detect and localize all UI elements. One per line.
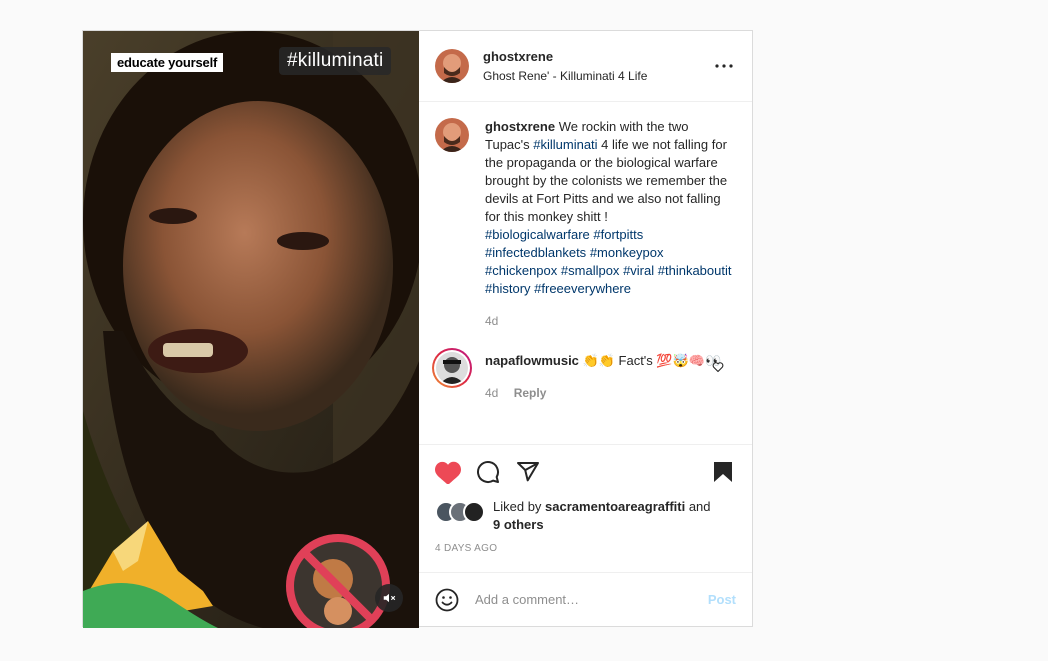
- hashtag[interactable]: #biologicalwarfare: [485, 227, 590, 242]
- caption-text: ghostxrene We rockin with the two Tupac'…: [485, 118, 735, 298]
- liker-avatars[interactable]: [435, 501, 487, 523]
- caption-time[interactable]: 4d: [485, 312, 735, 330]
- caption: ghostxrene We rockin with the two Tupac'…: [435, 118, 736, 330]
- hashtag[interactable]: #viral: [623, 263, 654, 278]
- hashtag[interactable]: #thinkaboutit: [658, 263, 732, 278]
- educate-yourself-sticker: educate yourself: [111, 53, 224, 72]
- liked-by-prefix: Liked by: [493, 499, 546, 514]
- hashtag[interactable]: #monkeypox: [590, 245, 664, 260]
- hashtag[interactable]: #history: [485, 281, 531, 296]
- save-button[interactable]: [710, 459, 736, 485]
- caption-author-avatar[interactable]: [435, 118, 469, 152]
- author-location[interactable]: Ghost Rene' - Killuminati 4 Life: [483, 69, 647, 83]
- liked-by-username[interactable]: sacramentoareagraffiti: [545, 499, 685, 514]
- killuminati-sticker: #killuminati: [279, 47, 392, 75]
- author-username[interactable]: ghostxrene: [483, 49, 647, 64]
- heart-filled-icon: [435, 461, 461, 484]
- more-horizontal-icon: [715, 64, 733, 68]
- post-header: ghostxrene Ghost Rene' - Killuminati 4 L…: [419, 31, 752, 102]
- comment-text: 👏👏 Fact's 💯🤯🧠👀: [578, 353, 722, 368]
- commenter-username[interactable]: napaflowmusic: [485, 353, 579, 368]
- hashtag[interactable]: #chickenpox: [485, 263, 557, 278]
- liker-avatar: [463, 501, 485, 523]
- comment-button[interactable]: [475, 459, 501, 485]
- post-date[interactable]: 4 DAYS AGO: [435, 543, 736, 554]
- hashtag[interactable]: #freeeverywhere: [534, 281, 631, 296]
- mute-button[interactable]: [375, 584, 403, 612]
- more-options-button[interactable]: [714, 58, 734, 74]
- likes-summary: Liked by sacramentoareagraffiti and 9 oth…: [435, 498, 736, 534]
- reply-button[interactable]: Reply: [514, 386, 547, 400]
- comment-bubble-icon: [477, 461, 499, 483]
- video-frame: [83, 31, 419, 628]
- post-side-panel: ghostxrene Ghost Rene' - Killuminati 4 L…: [419, 31, 752, 626]
- hashtag-list: #biologicalwarfare #fortpitts #infectedb…: [485, 226, 735, 298]
- hashtag[interactable]: #smallpox: [561, 263, 620, 278]
- commenter-avatar: [436, 352, 468, 384]
- commenter-avatar-story-ring[interactable]: [432, 348, 472, 388]
- paper-plane-icon: [517, 462, 539, 482]
- speaker-muted-icon: [383, 593, 396, 603]
- liked-by-others[interactable]: 9 others: [493, 517, 544, 532]
- liked-by-text: Liked by sacramentoareagraffiti and 9 oth…: [493, 498, 711, 534]
- comment-time[interactable]: 4d: [485, 386, 498, 400]
- author-avatar[interactable]: [435, 49, 469, 83]
- like-comment-button[interactable]: [712, 360, 724, 378]
- caption-username[interactable]: ghostxrene: [485, 119, 555, 134]
- like-button[interactable]: [435, 459, 461, 485]
- comments-section: ghostxrene We rockin with the two Tupac'…: [419, 102, 752, 444]
- post-comment-button[interactable]: Post: [708, 592, 736, 607]
- bookmark-filled-icon: [714, 462, 732, 482]
- hashtag[interactable]: #fortpitts: [593, 227, 643, 242]
- hashtag[interactable]: #infectedblankets: [485, 245, 586, 260]
- heart-outline-icon: [712, 362, 724, 373]
- emoji-icon[interactable]: [435, 588, 459, 612]
- comment: napaflowmusic 👏👏 Fact's 💯🤯🧠👀 4d Reply: [432, 348, 736, 402]
- post-actions: Liked by sacramentoareagraffiti and 9 oth…: [419, 444, 752, 572]
- comment-input[interactable]: [475, 592, 708, 607]
- liked-by-and: and: [685, 499, 711, 514]
- post-media-video[interactable]: educate yourself #killuminati: [83, 31, 419, 628]
- caption-inline-hashtag[interactable]: #killuminati: [533, 137, 597, 152]
- add-comment-bar: Post: [419, 572, 752, 626]
- share-button[interactable]: [515, 459, 541, 485]
- post-card: educate yourself #killuminati ghostxrene: [82, 30, 753, 628]
